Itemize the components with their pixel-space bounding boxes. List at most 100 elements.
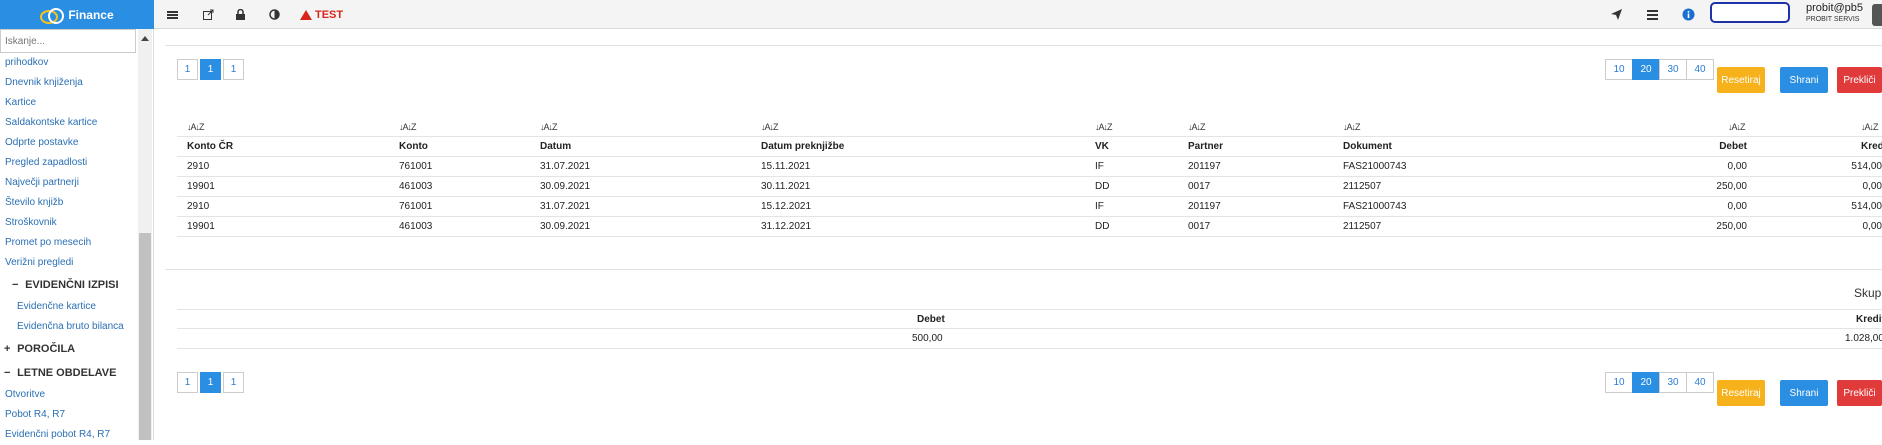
- info-icon: [1682, 8, 1694, 21]
- sort-icon[interactable]: ↓A↓Z: [1343, 117, 1360, 137]
- table-row[interactable]: 19901 461003 30.09.2021 31.12.2021 DD 00…: [177, 217, 1882, 237]
- sidebar-item[interactable]: Promet po mesecih: [0, 233, 138, 253]
- send-button[interactable]: [1598, 0, 1634, 29]
- user-selector-box[interactable]: [1710, 2, 1790, 23]
- sidebar-item[interactable]: Število knjižb: [0, 193, 138, 213]
- page-size-10[interactable]: 10: [1605, 372, 1633, 393]
- app-brand[interactable]: Finance: [0, 0, 154, 29]
- sidebar-group-label: POROČILA: [17, 343, 76, 355]
- sidebar-item[interactable]: Dnevnik knjiženja: [0, 73, 138, 93]
- sidebar-item[interactable]: Kartice: [0, 93, 138, 113]
- col-header-datum-preknjizbe[interactable]: Datum preknjižbe: [761, 137, 844, 157]
- totals-value-row: 500,00 1.028,00: [177, 329, 1882, 349]
- col-header-vk[interactable]: VK: [1095, 137, 1109, 157]
- page-size-20[interactable]: 20: [1632, 372, 1660, 393]
- cell-partner: 0017: [1188, 181, 1211, 192]
- reset-button[interactable]: Resetiraj: [1717, 380, 1765, 406]
- page-size-40[interactable]: 40: [1686, 59, 1714, 80]
- sidebar-item[interactable]: Otvoritve: [0, 385, 138, 405]
- main-content: 1 1 1 10 20 30 40 Resetiraj Shrani Prekl…: [165, 29, 1882, 440]
- menu-toggle-button[interactable]: [154, 0, 190, 29]
- page-size-10[interactable]: 10: [1605, 59, 1633, 80]
- sort-icon[interactable]: ↓A↓Z: [399, 117, 416, 137]
- page-size-30[interactable]: 30: [1659, 372, 1687, 393]
- sidebar-search-input[interactable]: [0, 29, 136, 53]
- sidebar-group-porocila[interactable]: + POROČILA: [0, 337, 138, 361]
- contrast-button[interactable]: [256, 0, 292, 29]
- page-size-20[interactable]: 20: [1632, 59, 1660, 80]
- cell-konto: 461003: [399, 181, 433, 192]
- col-header-partner[interactable]: Partner: [1188, 137, 1223, 157]
- pager-bottom: 1 1 1: [177, 372, 246, 393]
- table-row[interactable]: 2910 761001 31.07.2021 15.11.2021 IF 201…: [177, 157, 1882, 177]
- divider: [165, 269, 1882, 270]
- cell-konto-cr: 2910: [187, 201, 210, 212]
- table-row[interactable]: 2910 761001 31.07.2021 15.12.2021 IF 201…: [177, 197, 1882, 217]
- sidebar-item[interactable]: Pobot R4, R7: [0, 405, 138, 425]
- cancel-button[interactable]: Prekliči: [1837, 380, 1882, 406]
- col-header-konto-cr[interactable]: Konto ČR: [187, 137, 233, 157]
- sidebar-item[interactable]: Evidenčne kartice: [0, 297, 138, 317]
- sort-icon[interactable]: ↓A↓Z: [187, 117, 204, 137]
- col-header-konto[interactable]: Konto: [399, 137, 428, 157]
- sidebar-item[interactable]: Pregled zapadlosti: [0, 153, 138, 173]
- finance-logo-icon: [40, 7, 65, 24]
- col-header-datum[interactable]: Datum: [540, 137, 571, 157]
- divider: [165, 45, 1882, 46]
- info-button[interactable]: [1670, 0, 1706, 29]
- user-info[interactable]: probit@pb5 PROBIT SERVIS: [1806, 2, 1863, 26]
- sidebar-item[interactable]: prihodkov: [0, 53, 138, 73]
- sidebar-item[interactable]: Odprte postavke: [0, 133, 138, 153]
- user-org: PROBIT SERVIS: [1806, 16, 1860, 23]
- page-first-button[interactable]: 1: [177, 59, 198, 80]
- sort-icon[interactable]: ↓A↓Z: [540, 117, 557, 137]
- sidebar-item[interactable]: Evidenčni pobot R4, R7: [0, 425, 138, 445]
- page-current-button[interactable]: 1: [200, 372, 221, 393]
- sidebar-group-evidencni[interactable]: − EVIDENČNI IZPISI: [0, 273, 138, 297]
- save-button[interactable]: Shrani: [1780, 67, 1828, 93]
- sidebar-item[interactable]: Verižni pregledi: [0, 253, 138, 273]
- col-header-kredit[interactable]: Kredit: [1861, 137, 1882, 157]
- user-menu-button[interactable]: [1872, 4, 1882, 26]
- sidebar-item[interactable]: Največji partnerji: [0, 173, 138, 193]
- scroll-up-arrow-icon[interactable]: [141, 36, 149, 41]
- sidebar-group-label: LETNE OBDELAVE: [17, 367, 117, 379]
- lock-button[interactable]: [222, 0, 258, 29]
- sort-icon[interactable]: ↓A↓Z: [1728, 117, 1745, 137]
- page-first-button[interactable]: 1: [177, 372, 198, 393]
- sidebar-group-letne[interactable]: − LETNE OBDELAVE: [0, 361, 138, 385]
- cell-debet: 250,00: [1716, 181, 1747, 192]
- page-size-40[interactable]: 40: [1686, 372, 1714, 393]
- cell-debet: 0,00: [1727, 161, 1747, 172]
- sidebar-scrollbar[interactable]: [138, 29, 152, 440]
- table-header-row: Konto ČR Konto Datum Datum preknjižbe VK…: [177, 137, 1882, 157]
- sidebar-item[interactable]: Stroškovnik: [0, 213, 138, 233]
- sidebar-group-label: EVIDENČNI IZPISI: [25, 279, 119, 291]
- sidebar-item[interactable]: Evidenčna bruto bilanca: [0, 317, 138, 337]
- sidebar-item[interactable]: Saldakontske kartice: [0, 113, 138, 133]
- cell-datum: 30.09.2021: [540, 181, 591, 192]
- cell-vk: IF: [1095, 201, 1104, 212]
- scrollbar-thumb[interactable]: [139, 233, 151, 440]
- cell-vk: DD: [1095, 181, 1110, 192]
- cancel-button[interactable]: Prekliči: [1837, 67, 1882, 93]
- table-row[interactable]: 19901 461003 30.09.2021 30.11.2021 DD 00…: [177, 177, 1882, 197]
- totals-debet-label: Debet: [917, 314, 945, 325]
- page-last-button[interactable]: 1: [223, 59, 244, 80]
- page-size-30[interactable]: 30: [1659, 59, 1687, 80]
- page-current-button[interactable]: 1: [200, 59, 221, 80]
- cell-datum: 31.07.2021: [540, 161, 591, 172]
- cell-datum-preknjizbe: 30.11.2021: [761, 181, 811, 192]
- cell-partner: 0017: [1188, 221, 1211, 232]
- reset-button[interactable]: Resetiraj: [1717, 67, 1765, 93]
- col-header-dokument[interactable]: Dokument: [1343, 137, 1392, 157]
- save-button[interactable]: Shrani: [1780, 380, 1828, 406]
- sort-icon[interactable]: ↓A↓Z: [1861, 117, 1878, 137]
- sort-icon[interactable]: ↓A↓Z: [1188, 117, 1205, 137]
- col-header-debet[interactable]: Debet: [1597, 137, 1747, 157]
- sort-icon[interactable]: ↓A↓Z: [1095, 117, 1112, 137]
- page-last-button[interactable]: 1: [223, 372, 244, 393]
- sort-icon[interactable]: ↓A↓Z: [761, 117, 778, 137]
- list-view-button[interactable]: [1634, 0, 1670, 29]
- open-external-button[interactable]: [190, 0, 226, 29]
